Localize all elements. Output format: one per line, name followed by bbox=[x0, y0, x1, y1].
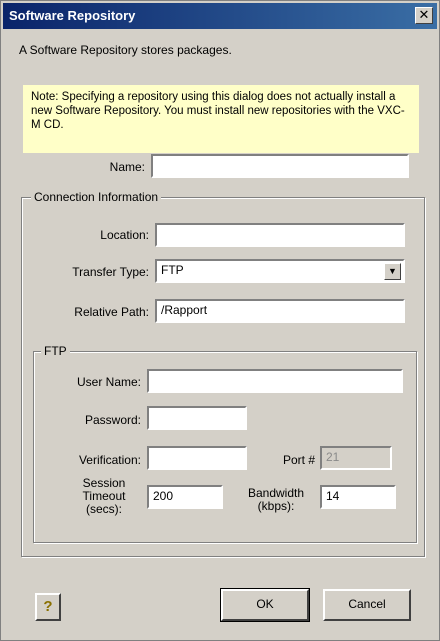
chevron-down-icon: ▼ bbox=[388, 266, 397, 276]
user-name-field[interactable] bbox=[147, 369, 403, 393]
relative-path-field[interactable]: /Rapport bbox=[155, 299, 405, 323]
help-icon: ? bbox=[43, 598, 53, 615]
location-field[interactable] bbox=[155, 223, 405, 247]
help-button[interactable]: ? bbox=[35, 593, 61, 621]
cancel-button-label: Cancel bbox=[348, 597, 386, 611]
port-label: Port # bbox=[282, 453, 315, 467]
connection-information-title: Connection Information bbox=[31, 190, 162, 204]
transfer-type-label: Transfer Type: bbox=[72, 265, 149, 279]
dialog-description: A Software Repository stores packages. bbox=[19, 43, 232, 57]
ok-button[interactable]: OK bbox=[220, 588, 310, 622]
ok-button-label: OK bbox=[256, 597, 274, 611]
dropdown-arrow-button[interactable]: ▼ bbox=[384, 263, 401, 280]
close-icon: ✕ bbox=[418, 7, 430, 22]
password-field[interactable] bbox=[147, 406, 247, 430]
transfer-type-select[interactable]: FTP ▼ bbox=[155, 259, 405, 283]
port-field[interactable]: 21 bbox=[320, 446, 392, 470]
verification-label: Verification: bbox=[78, 453, 141, 467]
location-label: Location: bbox=[100, 228, 149, 242]
cancel-button[interactable]: Cancel bbox=[323, 589, 411, 621]
ftp-group-title: FTP bbox=[41, 344, 70, 358]
name-field[interactable] bbox=[151, 154, 409, 178]
transfer-type-value: FTP bbox=[161, 263, 184, 277]
close-button[interactable]: ✕ bbox=[415, 7, 433, 24]
session-timeout-label: Session Timeout (secs): bbox=[82, 476, 126, 516]
bandwidth-label: Bandwidth (kbps): bbox=[247, 486, 305, 513]
relative-path-label: Relative Path: bbox=[74, 305, 149, 319]
user-name-label: User Name: bbox=[76, 375, 141, 389]
password-label: Password: bbox=[84, 413, 141, 427]
title-bar[interactable]: Software Repository ✕ bbox=[3, 3, 437, 29]
session-timeout-field[interactable]: 200 bbox=[147, 485, 223, 509]
bandwidth-field[interactable]: 14 bbox=[320, 485, 396, 509]
software-repository-dialog: Software Repository ✕ A Software Reposit… bbox=[0, 0, 440, 641]
note-box: Note: Specifying a repository using this… bbox=[23, 85, 419, 153]
window-title: Software Repository bbox=[9, 8, 136, 23]
name-label: Name: bbox=[109, 160, 145, 174]
verification-field[interactable] bbox=[147, 446, 247, 470]
